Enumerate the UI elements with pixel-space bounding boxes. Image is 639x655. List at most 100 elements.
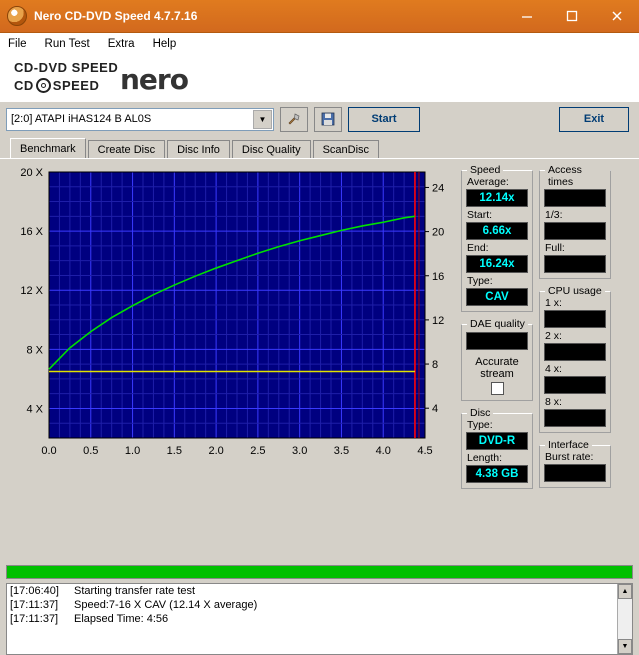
chevron-down-icon[interactable]: ▼ — [253, 109, 272, 129]
svg-text:8 X: 8 X — [26, 344, 43, 356]
drive-select[interactable]: [2:0] ATAPI iHAS124 B AL0S ▼ — [6, 107, 274, 131]
menu-item-run-test[interactable]: Run Test — [45, 38, 90, 50]
log-time: [17:11:37] — [10, 613, 59, 625]
scroll-up-icon[interactable]: ▲ — [618, 584, 632, 599]
speed-start-label: Start: — [467, 209, 493, 221]
svg-text:20 X: 20 X — [20, 167, 43, 179]
tab-benchmark[interactable]: Benchmark — [10, 138, 86, 158]
cpu-2x-value — [544, 343, 606, 361]
svg-text:16: 16 — [432, 271, 444, 283]
svg-text:1.0: 1.0 — [125, 445, 140, 457]
speed-type-label: Type: — [467, 275, 493, 287]
window-controls — [504, 0, 639, 32]
speed-end-value: 16.24x — [466, 255, 528, 273]
svg-text:4 X: 4 X — [26, 403, 43, 415]
benchmark-panel: 20 X 16 X 12 X 8 X 4 X 24 20 16 12 8 4 0.0 0.5 1.0 1.5… — [0, 158, 639, 561]
close-icon[interactable] — [594, 0, 639, 32]
tab-create-disc[interactable]: Create Disc — [87, 140, 166, 158]
speed-panel-title: Speed — [467, 164, 504, 176]
tab-disc-quality[interactable]: Disc Quality — [231, 140, 311, 158]
speed-panel: Speed Average: 12.14x Start: 6.66x End: … — [461, 164, 533, 312]
svg-text:24: 24 — [432, 182, 444, 194]
minimize-icon[interactable] — [504, 0, 549, 32]
svg-text:2.0: 2.0 — [208, 445, 223, 457]
progress-bar — [6, 565, 633, 579]
interface-title: Interface — [545, 439, 592, 451]
exit-button[interactable]: Exit — [559, 106, 629, 132]
cpu-4x-label: 4 x: — [545, 363, 562, 375]
start-button[interactable]: Start — [348, 106, 420, 132]
dae-quality-panel: DAE quality Accurate stream — [461, 318, 533, 401]
svg-text:3.0: 3.0 — [292, 445, 307, 457]
log-row: [17:11:37] Speed:7-16 X CAV (12.14 X ave… — [7, 598, 632, 612]
drive-select-value: [2:0] ATAPI iHAS124 B AL0S — [11, 113, 152, 125]
stats-columns: Speed Average: 12.14x Start: 6.66x End: … — [461, 163, 611, 561]
cpu-8x-label: 8 x: — [545, 396, 562, 408]
speed-end-label: End: — [467, 242, 489, 254]
save-icon[interactable] — [314, 106, 342, 132]
scroll-down-icon[interactable]: ▼ — [618, 639, 632, 654]
tab-bar: Benchmark Create Disc Disc Info Disc Qua… — [0, 138, 639, 158]
svg-text:0.5: 0.5 — [83, 445, 98, 457]
accurate-stream-label: Accurate stream — [475, 356, 519, 380]
cpu-usage-panel: CPU usage 1 x: 2 x: 4 x: 8 x: — [539, 285, 611, 433]
disc-type-value: DVD-R — [466, 432, 528, 450]
product-name-line1: CD-DVD SPEED — [14, 60, 119, 75]
speed-average-value: 12.14x — [466, 189, 528, 207]
svg-text:2.5: 2.5 — [250, 445, 265, 457]
access-times-title: Access times — [545, 164, 610, 188]
log-text: Elapsed Time: 4:56 — [74, 613, 169, 625]
access-times-panel: Access times Random: 1/3: Full: — [539, 164, 611, 279]
speed-type-value: CAV — [466, 288, 528, 306]
interface-panel: Interface Burst rate: — [539, 439, 611, 488]
tools-icon[interactable] — [280, 106, 308, 132]
access-random-value — [544, 189, 606, 207]
svg-text:0.0: 0.0 — [41, 445, 56, 457]
cpu-1x-label: 1 x: — [545, 297, 562, 309]
cpu-4x-value — [544, 376, 606, 394]
menu-item-extra[interactable]: Extra — [108, 38, 135, 50]
svg-text:1.5: 1.5 — [167, 445, 182, 457]
burst-rate-value — [544, 464, 606, 482]
tab-scandisc[interactable]: ScanDisc — [312, 140, 380, 158]
svg-text:16 X: 16 X — [20, 226, 43, 238]
log-row: [17:06:40] Starting transfer rate test — [7, 584, 632, 598]
cpu-usage-title: CPU usage — [545, 285, 605, 297]
log-text: Speed:7-16 X CAV (12.14 X average) — [74, 599, 258, 611]
speed-average-label: Average: — [467, 176, 509, 188]
access-third-label: 1/3: — [545, 209, 563, 221]
disc-panel-title: Disc — [467, 407, 494, 419]
svg-text:8: 8 — [432, 359, 438, 371]
access-third-value — [544, 222, 606, 240]
product-name-line2: CD SPEED — [14, 78, 99, 93]
branding-band: CD-DVD SPEED CD SPEED nero — [0, 56, 639, 102]
nero-wordmark: nero — [120, 62, 189, 96]
transfer-rate-chart: 20 X 16 X 12 X 8 X 4 X 24 20 16 12 8 4 0.0 0.5 1.0 1.5… — [6, 163, 456, 473]
menu-item-file[interactable]: File — [8, 38, 27, 50]
log-time: [17:06:40] — [10, 585, 59, 597]
svg-text:4.5: 4.5 — [417, 445, 432, 457]
window-title: Nero CD-DVD Speed 4.7.7.16 — [34, 9, 198, 23]
scrollbar-thumb[interactable] — [618, 599, 632, 639]
title-bar: Nero CD-DVD Speed 4.7.7.16 — [0, 0, 639, 33]
access-full-value — [544, 255, 606, 273]
log-scrollbar[interactable]: ▲ ▼ — [617, 584, 632, 654]
maximize-icon[interactable] — [549, 0, 594, 32]
menu-item-help[interactable]: Help — [153, 38, 177, 50]
log-row: [17:11:37] Elapsed Time: 4:56 — [7, 612, 632, 626]
svg-text:4: 4 — [432, 403, 438, 415]
tab-disc-info[interactable]: Disc Info — [167, 140, 230, 158]
cpu-8x-value — [544, 409, 606, 427]
accurate-stream-checkbox[interactable] — [490, 382, 504, 395]
product-prefix: CD — [14, 78, 34, 93]
disc-type-label: Type: — [467, 419, 493, 431]
drive-toolbar: [2:0] ATAPI iHAS124 B AL0S ▼ Start Exit — [0, 102, 639, 136]
speed-start-value: 6.66x — [466, 222, 528, 240]
dae-quality-value — [466, 332, 528, 350]
cpu-2x-label: 2 x: — [545, 330, 562, 342]
stats-column-left: Speed Average: 12.14x Start: 6.66x End: … — [461, 163, 533, 561]
chart-canvas: 20 X 16 X 12 X 8 X 4 X 24 20 16 12 8 4 0.0 0.5 1.0 1.5… — [20, 167, 444, 457]
product-suffix: SPEED — [52, 78, 100, 93]
cpu-1x-value — [544, 310, 606, 328]
svg-text:12 X: 12 X — [20, 285, 43, 297]
